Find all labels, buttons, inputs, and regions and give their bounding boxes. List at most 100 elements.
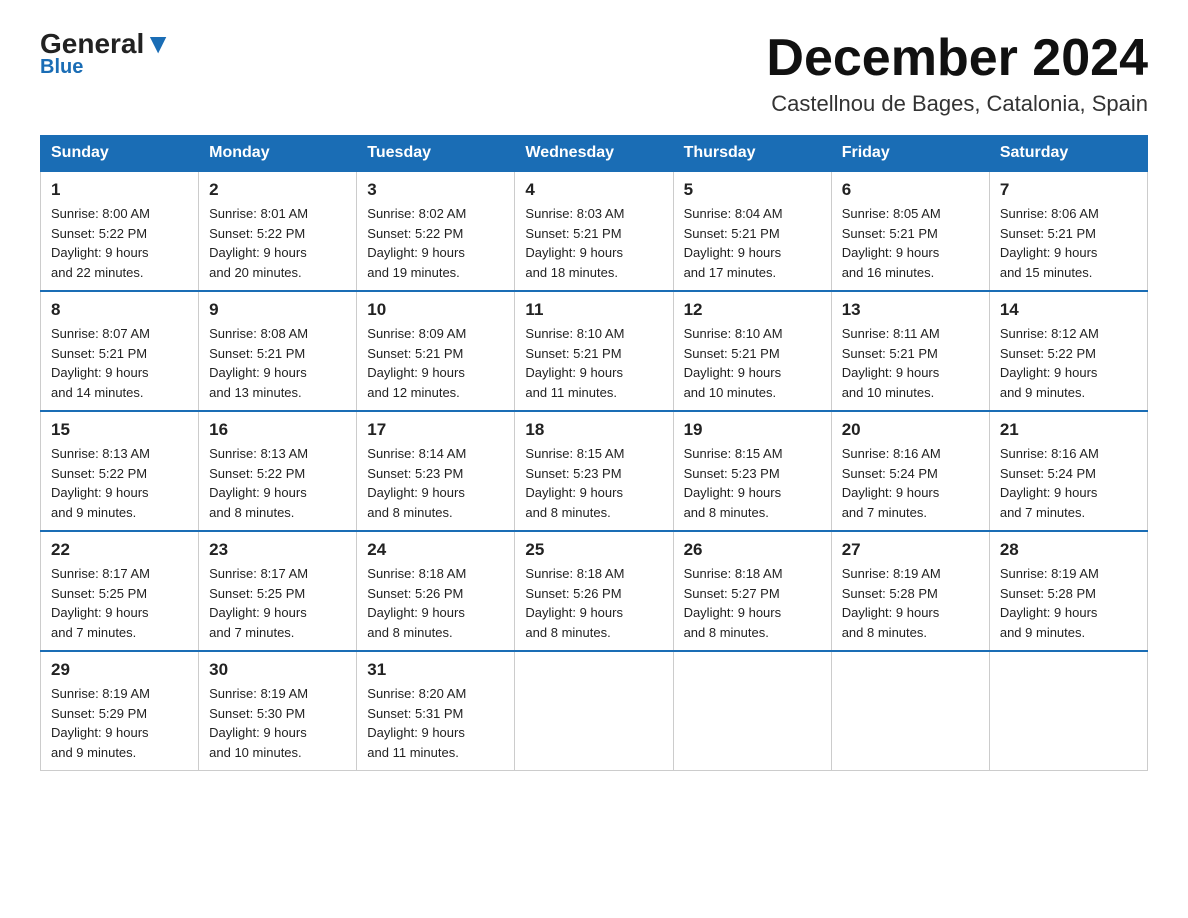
day-number: 6 [842, 180, 979, 200]
day-number: 23 [209, 540, 346, 560]
day-info: Sunrise: 8:13 AM Sunset: 5:22 PM Dayligh… [51, 444, 188, 522]
day-info: Sunrise: 8:13 AM Sunset: 5:22 PM Dayligh… [209, 444, 346, 522]
calendar-cell: 22 Sunrise: 8:17 AM Sunset: 5:25 PM Dayl… [41, 531, 199, 651]
day-number: 24 [367, 540, 504, 560]
logo-blue-text: Blue [40, 56, 83, 79]
day-number: 30 [209, 660, 346, 680]
calendar-cell: 3 Sunrise: 8:02 AM Sunset: 5:22 PM Dayli… [357, 171, 515, 291]
week-row-4: 22 Sunrise: 8:17 AM Sunset: 5:25 PM Dayl… [41, 531, 1148, 651]
col-header-wednesday: Wednesday [515, 136, 673, 172]
day-info: Sunrise: 8:00 AM Sunset: 5:22 PM Dayligh… [51, 204, 188, 282]
calendar-cell: 27 Sunrise: 8:19 AM Sunset: 5:28 PM Dayl… [831, 531, 989, 651]
calendar-cell [831, 651, 989, 771]
calendar-cell: 17 Sunrise: 8:14 AM Sunset: 5:23 PM Dayl… [357, 411, 515, 531]
day-info: Sunrise: 8:17 AM Sunset: 5:25 PM Dayligh… [51, 564, 188, 642]
title-area: December 2024 Castellnou de Bages, Catal… [766, 30, 1148, 117]
day-info: Sunrise: 8:15 AM Sunset: 5:23 PM Dayligh… [525, 444, 662, 522]
header: General▼ Blue December 2024 Castellnou d… [40, 30, 1148, 117]
col-header-friday: Friday [831, 136, 989, 172]
calendar-cell: 25 Sunrise: 8:18 AM Sunset: 5:26 PM Dayl… [515, 531, 673, 651]
day-number: 29 [51, 660, 188, 680]
day-info: Sunrise: 8:20 AM Sunset: 5:31 PM Dayligh… [367, 684, 504, 762]
day-info: Sunrise: 8:08 AM Sunset: 5:21 PM Dayligh… [209, 324, 346, 402]
calendar-cell: 29 Sunrise: 8:19 AM Sunset: 5:29 PM Dayl… [41, 651, 199, 771]
day-info: Sunrise: 8:11 AM Sunset: 5:21 PM Dayligh… [842, 324, 979, 402]
calendar-cell: 21 Sunrise: 8:16 AM Sunset: 5:24 PM Dayl… [989, 411, 1147, 531]
col-header-sunday: Sunday [41, 136, 199, 172]
day-number: 22 [51, 540, 188, 560]
day-number: 27 [842, 540, 979, 560]
calendar-cell: 8 Sunrise: 8:07 AM Sunset: 5:21 PM Dayli… [41, 291, 199, 411]
day-number: 9 [209, 300, 346, 320]
calendar-cell: 9 Sunrise: 8:08 AM Sunset: 5:21 PM Dayli… [199, 291, 357, 411]
day-info: Sunrise: 8:05 AM Sunset: 5:21 PM Dayligh… [842, 204, 979, 282]
day-info: Sunrise: 8:19 AM Sunset: 5:30 PM Dayligh… [209, 684, 346, 762]
day-info: Sunrise: 8:12 AM Sunset: 5:22 PM Dayligh… [1000, 324, 1137, 402]
day-info: Sunrise: 8:16 AM Sunset: 5:24 PM Dayligh… [1000, 444, 1137, 522]
day-number: 14 [1000, 300, 1137, 320]
col-header-saturday: Saturday [989, 136, 1147, 172]
day-info: Sunrise: 8:09 AM Sunset: 5:21 PM Dayligh… [367, 324, 504, 402]
calendar-cell: 11 Sunrise: 8:10 AM Sunset: 5:21 PM Dayl… [515, 291, 673, 411]
day-info: Sunrise: 8:18 AM Sunset: 5:27 PM Dayligh… [684, 564, 821, 642]
day-number: 20 [842, 420, 979, 440]
day-info: Sunrise: 8:19 AM Sunset: 5:28 PM Dayligh… [1000, 564, 1137, 642]
calendar-cell: 7 Sunrise: 8:06 AM Sunset: 5:21 PM Dayli… [989, 171, 1147, 291]
logo-text: General▼ [40, 30, 172, 58]
calendar-cell [673, 651, 831, 771]
col-header-thursday: Thursday [673, 136, 831, 172]
col-header-tuesday: Tuesday [357, 136, 515, 172]
calendar-cell: 2 Sunrise: 8:01 AM Sunset: 5:22 PM Dayli… [199, 171, 357, 291]
day-info: Sunrise: 8:18 AM Sunset: 5:26 PM Dayligh… [367, 564, 504, 642]
day-info: Sunrise: 8:19 AM Sunset: 5:28 PM Dayligh… [842, 564, 979, 642]
day-number: 15 [51, 420, 188, 440]
calendar-cell: 18 Sunrise: 8:15 AM Sunset: 5:23 PM Dayl… [515, 411, 673, 531]
day-info: Sunrise: 8:17 AM Sunset: 5:25 PM Dayligh… [209, 564, 346, 642]
calendar-cell: 28 Sunrise: 8:19 AM Sunset: 5:28 PM Dayl… [989, 531, 1147, 651]
day-number: 21 [1000, 420, 1137, 440]
calendar-cell: 12 Sunrise: 8:10 AM Sunset: 5:21 PM Dayl… [673, 291, 831, 411]
calendar-cell: 24 Sunrise: 8:18 AM Sunset: 5:26 PM Dayl… [357, 531, 515, 651]
calendar-title: December 2024 [766, 30, 1148, 87]
day-info: Sunrise: 8:10 AM Sunset: 5:21 PM Dayligh… [525, 324, 662, 402]
day-info: Sunrise: 8:10 AM Sunset: 5:21 PM Dayligh… [684, 324, 821, 402]
calendar-cell: 4 Sunrise: 8:03 AM Sunset: 5:21 PM Dayli… [515, 171, 673, 291]
day-number: 19 [684, 420, 821, 440]
calendar-cell [989, 651, 1147, 771]
day-info: Sunrise: 8:06 AM Sunset: 5:21 PM Dayligh… [1000, 204, 1137, 282]
day-number: 4 [525, 180, 662, 200]
day-info: Sunrise: 8:14 AM Sunset: 5:23 PM Dayligh… [367, 444, 504, 522]
calendar-cell: 16 Sunrise: 8:13 AM Sunset: 5:22 PM Dayl… [199, 411, 357, 531]
calendar-cell: 23 Sunrise: 8:17 AM Sunset: 5:25 PM Dayl… [199, 531, 357, 651]
logo-triangle-icon: ▼ [144, 28, 172, 59]
calendar-cell: 1 Sunrise: 8:00 AM Sunset: 5:22 PM Dayli… [41, 171, 199, 291]
day-number: 18 [525, 420, 662, 440]
calendar-table: SundayMondayTuesdayWednesdayThursdayFrid… [40, 135, 1148, 771]
day-number: 10 [367, 300, 504, 320]
day-info: Sunrise: 8:04 AM Sunset: 5:21 PM Dayligh… [684, 204, 821, 282]
week-row-1: 1 Sunrise: 8:00 AM Sunset: 5:22 PM Dayli… [41, 171, 1148, 291]
calendar-cell: 6 Sunrise: 8:05 AM Sunset: 5:21 PM Dayli… [831, 171, 989, 291]
day-info: Sunrise: 8:01 AM Sunset: 5:22 PM Dayligh… [209, 204, 346, 282]
day-info: Sunrise: 8:19 AM Sunset: 5:29 PM Dayligh… [51, 684, 188, 762]
calendar-cell: 14 Sunrise: 8:12 AM Sunset: 5:22 PM Dayl… [989, 291, 1147, 411]
calendar-cell: 20 Sunrise: 8:16 AM Sunset: 5:24 PM Dayl… [831, 411, 989, 531]
calendar-cell: 19 Sunrise: 8:15 AM Sunset: 5:23 PM Dayl… [673, 411, 831, 531]
calendar-subtitle: Castellnou de Bages, Catalonia, Spain [766, 91, 1148, 117]
day-number: 7 [1000, 180, 1137, 200]
day-info: Sunrise: 8:03 AM Sunset: 5:21 PM Dayligh… [525, 204, 662, 282]
day-number: 28 [1000, 540, 1137, 560]
day-info: Sunrise: 8:16 AM Sunset: 5:24 PM Dayligh… [842, 444, 979, 522]
calendar-cell [515, 651, 673, 771]
calendar-cell: 15 Sunrise: 8:13 AM Sunset: 5:22 PM Dayl… [41, 411, 199, 531]
day-number: 5 [684, 180, 821, 200]
day-number: 2 [209, 180, 346, 200]
day-number: 11 [525, 300, 662, 320]
calendar-cell: 13 Sunrise: 8:11 AM Sunset: 5:21 PM Dayl… [831, 291, 989, 411]
calendar-cell: 5 Sunrise: 8:04 AM Sunset: 5:21 PM Dayli… [673, 171, 831, 291]
calendar-cell: 31 Sunrise: 8:20 AM Sunset: 5:31 PM Dayl… [357, 651, 515, 771]
day-number: 26 [684, 540, 821, 560]
calendar-header-row: SundayMondayTuesdayWednesdayThursdayFrid… [41, 136, 1148, 172]
day-number: 12 [684, 300, 821, 320]
col-header-monday: Monday [199, 136, 357, 172]
